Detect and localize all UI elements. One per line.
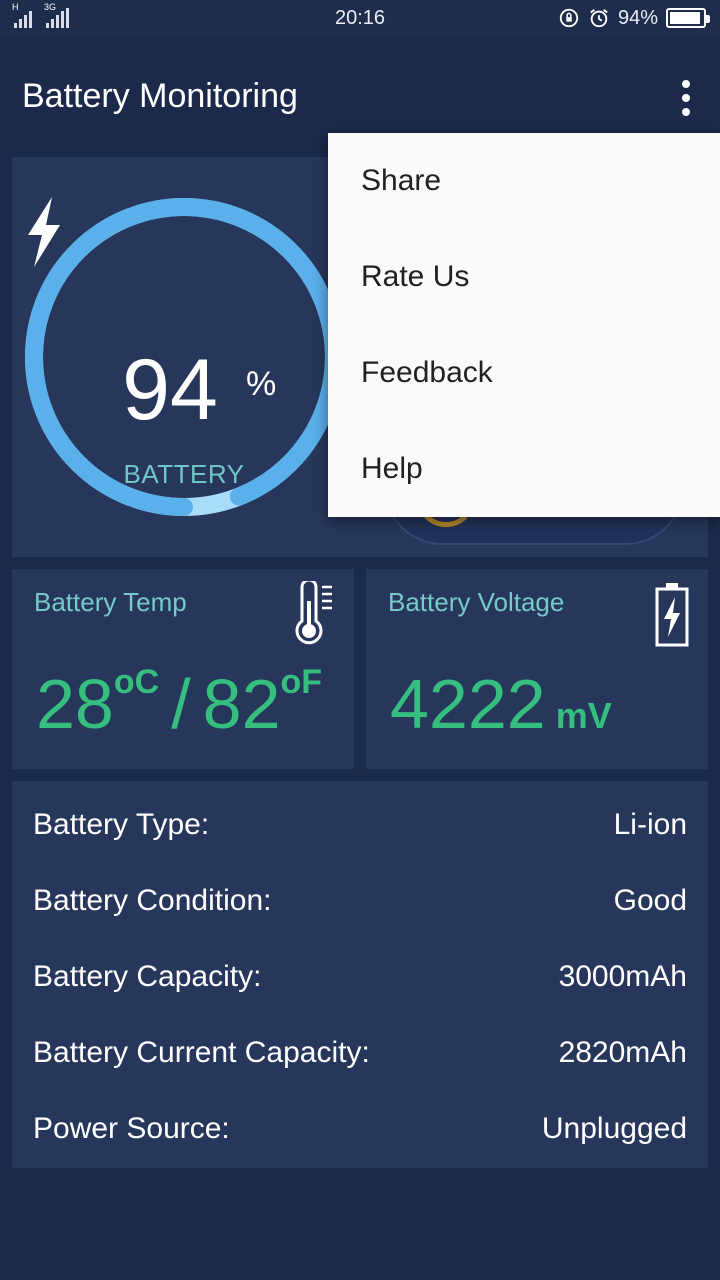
info-label: Battery Current Capacity: — [33, 1036, 370, 1069]
battery-temp-card: Battery Temp 28oC/82oF — [12, 569, 354, 769]
status-battery-percent: 94% — [617, 6, 658, 29]
info-row-capacity: Battery Capacity: 3000mAh — [33, 939, 687, 1015]
rotation-lock-icon — [559, 8, 579, 28]
info-value: 3000mAh — [558, 960, 687, 993]
network-type-label: H — [12, 2, 19, 12]
info-row-power-source: Power Source: Unplugged — [33, 1091, 687, 1167]
menu-item-help[interactable]: Help — [328, 421, 720, 517]
info-label: Battery Capacity: — [33, 960, 262, 993]
temp-celsius: 28 — [36, 665, 114, 743]
alarm-icon — [590, 9, 608, 28]
temp-value: 28oC/82oF — [36, 665, 322, 739]
signal-indicators: H 3G — [12, 2, 254, 28]
info-value: Li-ion — [613, 808, 687, 841]
info-label: Power Source: — [33, 1112, 230, 1145]
network-type-label-2: 3G — [44, 2, 57, 12]
temp-fahrenheit-unit: oF — [280, 663, 323, 701]
info-value: Unplugged — [541, 1112, 687, 1145]
battery-percent-unit: % — [246, 365, 277, 403]
more-vert-icon[interactable] — [678, 80, 694, 116]
signal-strength-icon-2: 3G — [44, 2, 69, 28]
battery-status-icon — [666, 8, 710, 28]
menu-item-rate-us[interactable]: Rate Us — [328, 229, 720, 325]
battery-charging-icon — [655, 583, 689, 647]
info-label: Battery Condition: — [33, 884, 272, 917]
temp-celsius-unit: oC — [113, 663, 160, 701]
info-label: Battery Type: — [33, 808, 210, 841]
voltage-value: 4222 mV — [390, 669, 612, 739]
info-value: Good — [613, 884, 687, 917]
app-title: Battery Monitoring — [22, 76, 298, 115]
menu-item-share[interactable]: Share — [328, 133, 720, 229]
info-row-condition: Battery Condition: Good — [33, 863, 687, 939]
battery-voltage-card: Battery Voltage 4222 mV — [366, 569, 708, 769]
temp-separator: / — [171, 665, 191, 743]
menu-item-feedback[interactable]: Feedback — [328, 325, 720, 421]
voltage-unit: mV — [555, 695, 612, 736]
temp-title: Battery Temp — [34, 587, 187, 617]
overflow-menu: Share Rate Us Feedback Help — [328, 133, 720, 517]
info-row-current-capacity: Battery Current Capacity: 2820mAh — [33, 1015, 687, 1091]
temp-fahrenheit: 82 — [202, 665, 281, 743]
info-value: 2820mAh — [558, 1036, 687, 1069]
charging-bolt-icon — [28, 197, 60, 267]
battery-ring: 94 % BATTERY — [24, 197, 344, 517]
thermometer-icon — [295, 581, 332, 645]
battery-info-card: Battery Type: Li-ion Battery Condition: … — [12, 781, 708, 1168]
signal-strength-icon-1: H — [12, 2, 32, 28]
battery-label: BATTERY — [123, 459, 245, 489]
voltage-number: 4222 — [390, 665, 546, 743]
voltage-title: Battery Voltage — [388, 587, 565, 617]
status-bar: H 3G 20:16 94% — [0, 0, 720, 36]
info-row-type: Battery Type: Li-ion — [33, 787, 687, 863]
battery-percent-value: 94 — [122, 342, 218, 438]
